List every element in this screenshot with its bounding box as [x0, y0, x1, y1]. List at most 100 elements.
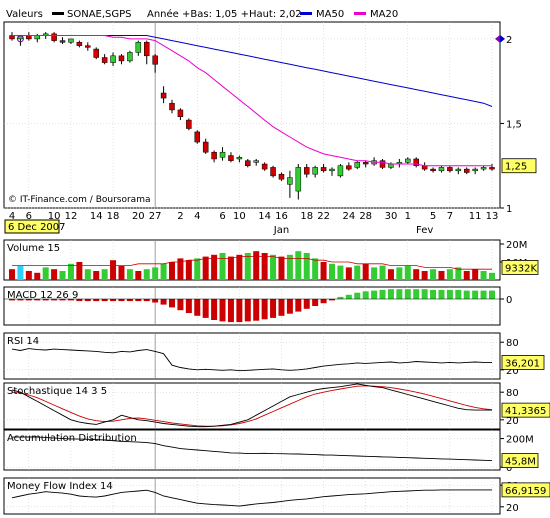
- x-month-label: Fev: [416, 225, 433, 236]
- macd-bar: [101, 299, 108, 302]
- ma50-legend-marker: [300, 12, 312, 15]
- macd-bar: [211, 299, 218, 320]
- volume-bar: [345, 267, 352, 280]
- volume-bar: [480, 271, 487, 280]
- panel-volume: 20M10MVolume 159332K: [3, 239, 539, 281]
- panel-frame: [3, 21, 501, 209]
- macd-bar: [236, 299, 243, 323]
- ma50-legend-label: MA50: [316, 9, 344, 20]
- macd-bar: [126, 299, 133, 302]
- candle-body: [68, 38, 74, 43]
- macd-bar: [413, 289, 420, 299]
- price-y-tick: 1,5: [506, 119, 522, 130]
- candle-body: [261, 163, 268, 170]
- last-value-text: 45,8M: [505, 457, 536, 468]
- x-tick-label: 2: [177, 211, 183, 222]
- volume-bar: [371, 267, 378, 280]
- volume-bar: [463, 271, 470, 280]
- last-value-text: 9332K: [505, 263, 537, 274]
- candle-body: [211, 151, 217, 160]
- volume-bar: [387, 269, 394, 280]
- macd-bar: [446, 289, 453, 299]
- volume-bar: [362, 263, 369, 280]
- volume-bar: [101, 269, 108, 280]
- volume-y-tick: 20M: [506, 240, 527, 251]
- macd-bar: [93, 299, 100, 302]
- x-tick-label: 11: [469, 211, 482, 222]
- symbol-legend-marker: [52, 12, 64, 15]
- date-tooltip: 6 Dec 2007: [4, 219, 66, 234]
- volume-bar: [430, 269, 437, 280]
- panel-title: RSI 14: [7, 336, 39, 347]
- macd-bar: [421, 289, 428, 299]
- rsi-y-tick: 80: [506, 338, 519, 349]
- macd-bar: [303, 299, 310, 309]
- volume-bar: [9, 269, 15, 280]
- macd-bar: [455, 289, 462, 299]
- candle-body: [169, 102, 175, 111]
- candle-body: [253, 160, 259, 163]
- candle-body: [287, 177, 293, 185]
- candle-body: [463, 168, 470, 173]
- volume-bar: [202, 256, 209, 280]
- x-tick-label: 4: [194, 211, 200, 222]
- chart-header: Valeurs SONAE,SGPS Année +Bas: 1,05 +Hau…: [6, 8, 398, 20]
- volume-bar: [25, 271, 32, 280]
- header-symbol: SONAE,SGPS: [67, 9, 132, 20]
- x-tick-label: 22: [317, 211, 330, 222]
- volume-bar: [396, 267, 403, 280]
- accumulation-y-tick: 200M: [506, 435, 534, 446]
- volume-bar: [270, 254, 277, 280]
- x-tick-label: 18: [300, 211, 313, 222]
- x-tick-label: 7: [447, 211, 453, 222]
- macd-bar: [261, 299, 268, 320]
- volume-bar: [278, 256, 285, 280]
- candle-body: [110, 55, 116, 63]
- price-y-tick: 1: [506, 204, 512, 215]
- candle-body: [447, 167, 453, 172]
- candle-body: [489, 167, 495, 170]
- credit-text: © IT-Finance.com / Boursorama: [8, 195, 150, 205]
- volume-bar: [84, 269, 91, 280]
- candle-body: [329, 168, 335, 172]
- macd-bar: [430, 289, 437, 299]
- macd-bar: [472, 290, 479, 299]
- panel-macd: 0 MACD 12 26 9: [3, 286, 512, 326]
- macd-bar: [160, 299, 167, 305]
- candle-body: [118, 55, 125, 62]
- volume-bar: [118, 265, 125, 280]
- volume-bar: [93, 271, 100, 280]
- volume-bar: [152, 267, 159, 280]
- volume-bar: [472, 269, 479, 280]
- macd-bar: [463, 290, 470, 299]
- volume-bar: [169, 262, 175, 280]
- date-tooltip-text: 6 Dec 2007: [8, 222, 66, 233]
- macd-bar: [286, 299, 293, 314]
- macd-bar: [295, 299, 302, 312]
- x-tick-label: 27: [149, 211, 162, 222]
- candle-body: [388, 163, 394, 168]
- volume-bar: [253, 251, 260, 280]
- candle-body: [26, 35, 32, 40]
- macd-bar: [244, 299, 251, 322]
- volume-bar: [421, 271, 428, 280]
- volume-bar: [143, 269, 150, 280]
- volume-bar: [194, 258, 201, 280]
- volume-bar: [489, 272, 495, 280]
- panel-rsi: 8020RSI 1436,201: [3, 332, 545, 380]
- ma20-legend-label: MA20: [370, 9, 398, 20]
- volume-bar: [185, 260, 192, 280]
- volume-bar: [438, 271, 445, 280]
- x-tick-label: 5: [430, 211, 436, 222]
- volume-bar: [236, 254, 243, 280]
- candle-body: [270, 167, 276, 177]
- header-label: Valeurs: [6, 9, 43, 20]
- candle-body: [337, 165, 344, 177]
- ma20-legend-marker: [354, 12, 366, 15]
- macd-bar: [253, 299, 260, 321]
- candle-body: [346, 165, 352, 170]
- x-axis: 4 6 10 12 14 18 20 27 2 4 6 10 14 16 18 22 24 28 30 1 5 7 11 13…: [9, 211, 499, 236]
- candle-body: [152, 55, 158, 65]
- panel-title: Money Flow Index 14: [7, 481, 113, 492]
- macd-bar: [345, 294, 352, 299]
